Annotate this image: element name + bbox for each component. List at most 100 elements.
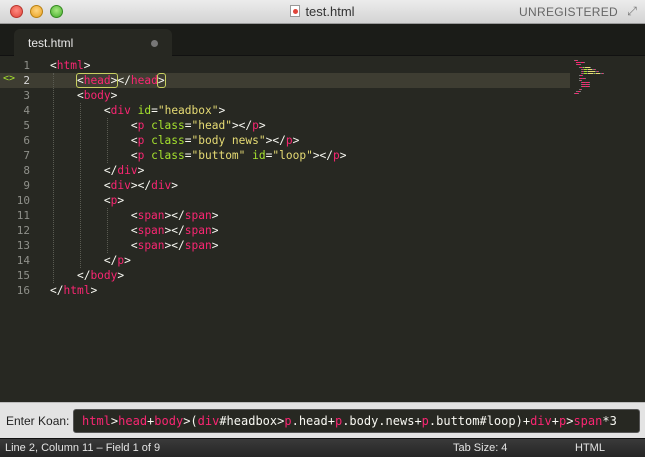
code-line[interactable]: <span></span> (50, 238, 219, 253)
code-line[interactable]: <span></span> (50, 208, 219, 223)
code-token: id (137, 104, 152, 117)
snippet-field: > (156, 73, 166, 88)
code-token: < (130, 209, 138, 222)
code-token: > (258, 119, 266, 132)
tab-test-html[interactable]: test.html (14, 29, 172, 56)
code-line[interactable]: </body> (50, 268, 124, 283)
code-token: div (151, 179, 172, 192)
code-token: < (130, 134, 138, 147)
minimap-segment (579, 64, 581, 66)
koan-input[interactable]: html>head+body>(div#headbox>p.head+p.bod… (73, 409, 640, 433)
line-number-gutter: <> 1 2 3 4 5 6 7 8 9 10 11 12 13 14 15 16 (0, 56, 46, 402)
koan-token: div (197, 414, 220, 428)
code-line[interactable]: <p class="head"></p> (50, 118, 266, 133)
line-number: 14 (16, 254, 30, 267)
minimap-segment (588, 84, 590, 86)
line-number: 15 (16, 269, 30, 282)
koan-token: >( (183, 414, 198, 428)
line-number: 9 (23, 179, 30, 192)
minimap-segment (588, 86, 590, 88)
code-token: p (333, 149, 340, 162)
code-line[interactable]: </div> (50, 163, 144, 178)
window-title: test.html (305, 4, 355, 19)
tab-strip: test.html (0, 24, 645, 56)
koan-token: p (284, 414, 292, 428)
code-token: span (137, 224, 165, 237)
code-line[interactable]: <head></head> (50, 73, 166, 88)
code-token: "buttom" (191, 149, 246, 162)
koan-token: html (82, 414, 111, 428)
code-token: </ (117, 74, 131, 87)
code-line[interactable]: <p class="buttom" id="loop"></p> (50, 148, 347, 163)
minimap[interactable] (574, 60, 624, 100)
syntax-selector[interactable]: HTML (575, 442, 605, 454)
koan-token: span (573, 414, 603, 428)
line-number: 4 (23, 104, 30, 117)
indent-guide (79, 103, 81, 268)
line-number: 5 (23, 119, 30, 132)
code-editor[interactable]: <> 1 2 3 4 5 6 7 8 9 10 11 12 13 14 15 16 <html> <head>… (0, 56, 645, 402)
code-token: > (117, 269, 125, 282)
koan-token: div (530, 414, 552, 428)
minimap-segment (583, 62, 585, 64)
cursor-position: Line 2, Column 11 – Field 1 of 9 (5, 442, 161, 454)
line-number: 11 (16, 209, 30, 222)
line-number: 13 (16, 239, 30, 252)
code-token: > (124, 254, 131, 267)
code-token: class (151, 134, 185, 147)
koan-token: .body.news (342, 414, 415, 428)
tab-label: test.html (28, 36, 74, 50)
minimap-segment (594, 68, 596, 70)
code-token: < (103, 194, 111, 207)
code-token: body (83, 89, 111, 102)
koan-label: Enter Koan: (6, 414, 70, 428)
code-line[interactable]: <span></span> (50, 223, 219, 238)
code-token: head (130, 74, 158, 87)
code-token: > (90, 284, 98, 297)
code-line[interactable]: </html> (50, 283, 97, 298)
code-line[interactable]: <p class="body news"></p> (50, 133, 300, 148)
code-line[interactable]: <p> (50, 193, 124, 208)
code-token: span (137, 239, 165, 252)
code-token: span (137, 209, 165, 222)
code-line[interactable]: <body> (50, 88, 117, 103)
code-token: body (90, 269, 118, 282)
code-token: div (110, 104, 131, 117)
koan-token: .head (291, 414, 328, 428)
code-token: < (76, 89, 84, 102)
code-token: html (56, 59, 84, 72)
code-line[interactable]: <div id="headbox"> (50, 103, 225, 118)
code-token: "head" (191, 119, 232, 132)
line-number: 16 (16, 284, 30, 297)
code-token: < (103, 179, 111, 192)
code-token: < (103, 104, 111, 117)
koan-token: .buttom#loop) (428, 414, 523, 428)
line-number: 12 (16, 224, 30, 237)
minimap-segment (597, 71, 599, 72)
code-token: > (339, 149, 347, 162)
snippet-field[interactable]: <head> (75, 73, 119, 88)
fullscreen-icon[interactable]: ⤢ (625, 4, 639, 18)
line-number: 8 (23, 164, 30, 177)
line-number: 7 (23, 149, 30, 162)
code-token: </ (103, 254, 118, 267)
code-line[interactable]: <html> (50, 58, 90, 73)
code-token: </ (50, 284, 64, 297)
code-line[interactable]: <div></div> (50, 178, 178, 193)
code-token: ></ (164, 224, 185, 237)
code-token: span (184, 209, 212, 222)
code-token: head (83, 74, 111, 87)
tab-size-selector[interactable]: Tab Size: 4 (453, 442, 507, 454)
code-token: > (117, 194, 125, 207)
code-line[interactable]: </p> (50, 253, 131, 268)
minimap-segment (577, 93, 579, 94)
line-number: 6 (23, 134, 30, 147)
unsaved-dot-icon[interactable] (151, 40, 158, 47)
code-token: < (130, 239, 138, 252)
